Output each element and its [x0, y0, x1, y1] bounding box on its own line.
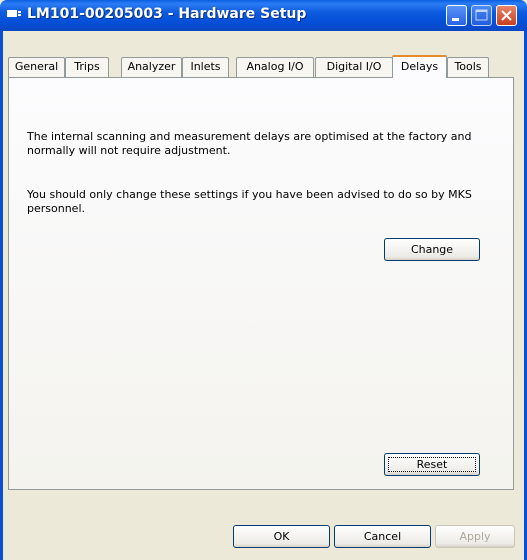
tab-analog-io[interactable]: Analog I/O [236, 57, 314, 77]
tab-general[interactable]: General [8, 57, 65, 77]
tab-inlets[interactable]: Inlets [182, 57, 229, 77]
ok-button[interactable]: OK [233, 525, 330, 548]
focus-rectangle [388, 457, 476, 472]
tab-tools[interactable]: Tools [447, 57, 489, 77]
minimize-icon [452, 18, 459, 21]
apply-button[interactable]: Apply [435, 525, 515, 548]
window-frame-left [0, 31, 3, 560]
change-button[interactable]: Change [384, 238, 480, 261]
delays-warning-text: You should only change these settings if… [27, 188, 472, 215]
tab-delays[interactable]: Delays [392, 55, 447, 78]
reset-button[interactable]: Reset [384, 453, 480, 476]
delays-info-text: The internal scanning and measurement de… [27, 130, 472, 157]
close-icon [501, 10, 512, 21]
tab-analyzer[interactable]: Analyzer [121, 57, 182, 77]
title-bar[interactable]: LM101-00205003 - Hardware Setup [0, 0, 527, 31]
cancel-button[interactable]: Cancel [334, 525, 431, 548]
maximize-button[interactable] [471, 5, 492, 26]
tab-trips[interactable]: Trips [65, 57, 109, 77]
tab-digital-io[interactable]: Digital I/O [315, 57, 393, 77]
window-title: LM101-00205003 - Hardware Setup [27, 6, 307, 22]
delays-panel: The internal scanning and measurement de… [8, 77, 514, 490]
hardware-setup-window: LM101-00205003 - Hardware Setup General … [0, 0, 527, 560]
maximize-icon [475, 9, 488, 21]
close-button[interactable] [496, 5, 517, 26]
app-icon [7, 9, 21, 19]
minimize-button[interactable] [446, 5, 467, 26]
